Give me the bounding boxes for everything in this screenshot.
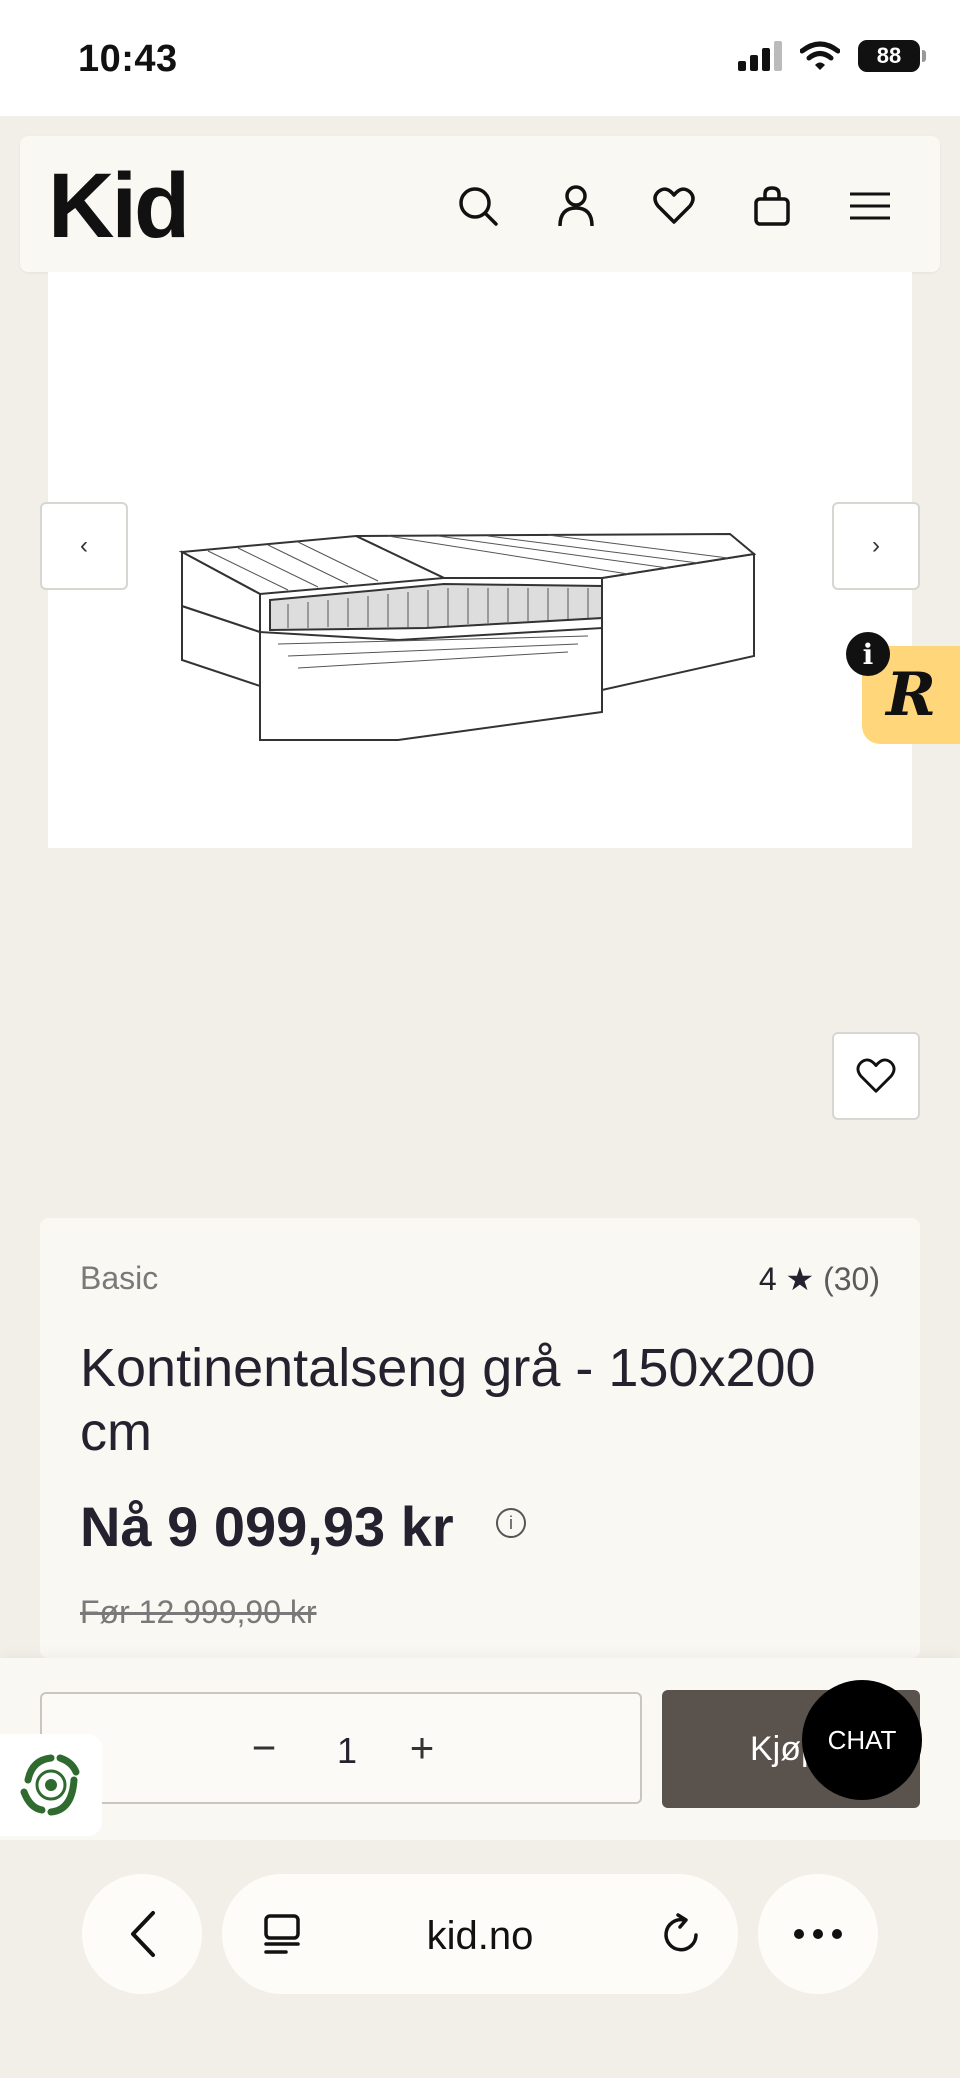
previous-price: Før 12 999,90 kr xyxy=(80,1594,317,1630)
rating-value: 4 xyxy=(758,1261,777,1297)
chevron-left-icon xyxy=(131,1911,155,1957)
chat-button-label: CHAT xyxy=(827,1724,897,1755)
rating-count: (30) xyxy=(823,1261,880,1297)
product-info-card: Basic 4 ★ (30) Kontinentalseng grå - 150… xyxy=(40,1218,920,1658)
kid-logo[interactable]: Kid xyxy=(48,160,190,252)
product-title: Kontinentalseng grå - 150x200 cm xyxy=(80,1338,816,1462)
wishlist-icon[interactable] xyxy=(644,176,704,236)
address-bar[interactable]: kid.no xyxy=(222,1874,738,1994)
product-rating[interactable]: 4 ★ (30) xyxy=(759,1260,880,1298)
reload-icon[interactable] xyxy=(658,1910,706,1958)
product-brand[interactable]: Basic xyxy=(80,1260,158,1297)
review-widget-letter: R xyxy=(886,660,936,730)
info-letter: i xyxy=(862,637,874,671)
status-icons: 88 xyxy=(738,40,926,72)
gallery-next-button[interactable]: › xyxy=(832,502,920,590)
quantity-stepper: − 1 + xyxy=(40,1692,642,1804)
add-to-wishlist-button[interactable] xyxy=(832,1032,920,1120)
recycle-icon xyxy=(20,1754,80,1816)
quantity-value[interactable]: 1 xyxy=(332,1730,362,1772)
star-icon: ★ xyxy=(785,1261,815,1297)
increase-quantity-button[interactable]: + xyxy=(392,1718,452,1778)
status-bar: 10:43 88 xyxy=(0,0,960,116)
chat-button[interactable]: CHAT xyxy=(802,1680,922,1800)
gallery-prev-button[interactable]: ‹ xyxy=(40,502,128,590)
browser-back-button[interactable] xyxy=(82,1874,202,1994)
account-icon[interactable] xyxy=(546,176,606,236)
price-info-icon[interactable]: i xyxy=(496,1508,526,1538)
current-price: Nå 9 099,93 kr xyxy=(80,1495,454,1558)
chevron-left-icon: ‹ xyxy=(80,532,88,559)
eco-badge-button[interactable] xyxy=(0,1734,102,1836)
menu-icon[interactable] xyxy=(840,176,900,236)
browser-toolbar: kid.no xyxy=(0,1840,960,2078)
decrease-quantity-button[interactable]: − xyxy=(234,1718,294,1778)
search-icon[interactable] xyxy=(448,176,508,236)
heart-icon xyxy=(856,1058,896,1093)
info-icon[interactable]: i xyxy=(846,632,890,676)
site-header: Kid xyxy=(20,136,940,272)
bed-illustration xyxy=(178,532,757,741)
battery-icon: 88 xyxy=(858,40,926,72)
price-info-letter: i xyxy=(509,1512,513,1533)
chevron-right-icon: › xyxy=(872,532,880,559)
battery-level: 88 xyxy=(876,43,902,68)
cart-icon[interactable] xyxy=(742,176,802,236)
status-time: 10:43 xyxy=(78,38,178,80)
ellipsis-icon xyxy=(794,1929,842,1939)
cellular-signal-icon xyxy=(738,41,782,71)
more-options-button[interactable] xyxy=(758,1874,878,1994)
product-image[interactable] xyxy=(48,272,912,848)
wifi-icon xyxy=(800,41,840,70)
